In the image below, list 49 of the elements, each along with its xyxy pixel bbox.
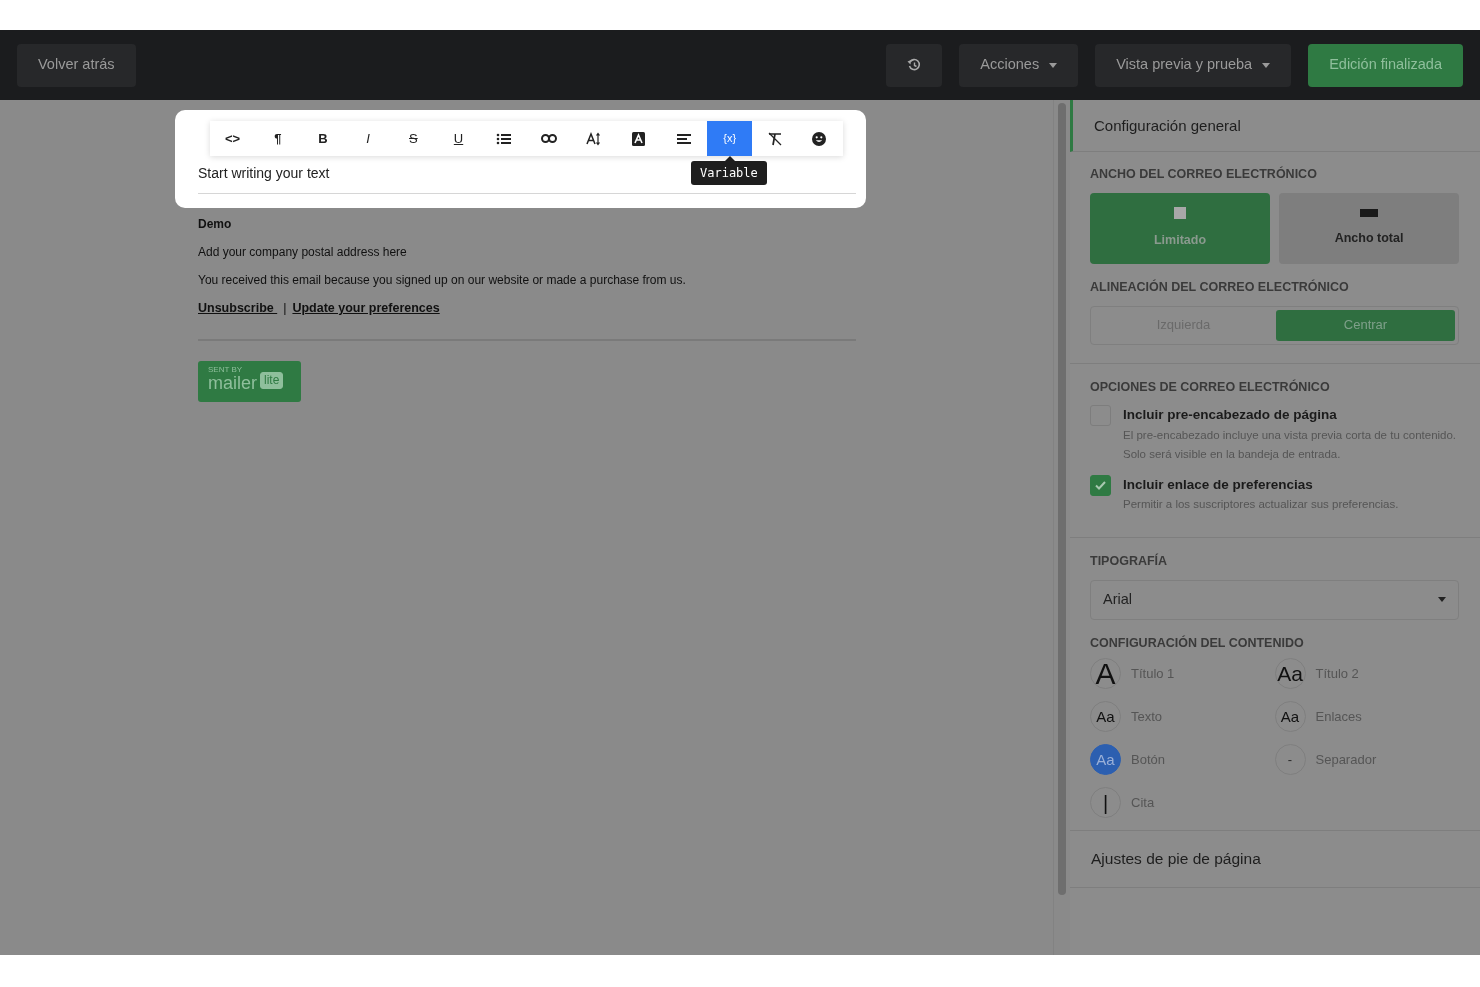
history-button[interactable]	[886, 43, 943, 87]
toolbar-button[interactable]: <>	[210, 121, 256, 156]
style-preview[interactable]: Aa	[1090, 744, 1121, 776]
section-heading: ANCHO DEL CORREO ELECTRÓNICO	[1090, 165, 1318, 183]
separator-text: |	[283, 301, 287, 315]
checkbox[interactable]	[1090, 474, 1111, 496]
text-color-icon	[631, 131, 648, 146]
align-left-icon	[676, 131, 693, 146]
strike-button[interactable]: S	[390, 121, 436, 156]
company-name: Demo	[198, 216, 233, 233]
panel-title[interactable]: Configuración general	[1070, 100, 1480, 152]
notice-text: You received this email because you signed up on our website or made a purchase from us.	[198, 272, 687, 289]
italic-button[interactable]: I	[345, 121, 391, 156]
font-size-icon	[586, 131, 603, 146]
clear-format-icon	[766, 131, 783, 146]
square-icon	[1174, 206, 1186, 219]
footer-link[interactable]: Update your preferences	[292, 301, 440, 315]
caret-icon	[1438, 597, 1446, 602]
back-button[interactable]: Volver atrás	[17, 43, 136, 87]
tooltip: Variable	[691, 161, 767, 185]
width-option[interactable]: Ancho total	[1279, 192, 1459, 264]
history-icon	[906, 57, 923, 73]
section-header[interactable]: Ajustes de pie de página	[1070, 830, 1480, 888]
toolbar-button[interactable]	[661, 121, 708, 156]
emoji-icon	[812, 131, 829, 146]
dropdown-button[interactable]: Vista previa y prueba	[1095, 43, 1292, 87]
section-heading: CONFIGURACIÓN DEL CONTENIDO	[1090, 634, 1305, 652]
option-label: Incluir enlace de preferencias	[1123, 475, 1314, 494]
toolbar-button[interactable]: ¶	[255, 121, 301, 156]
underline-button[interactable]: U	[435, 121, 482, 156]
bold-button[interactable]: B	[300, 121, 346, 156]
finish-button[interactable]: Edición finalizada	[1308, 43, 1463, 87]
toolbar-button[interactable]: {x}	[707, 121, 753, 156]
rectangle-icon	[1360, 208, 1378, 217]
font-select[interactable]: Arial	[1090, 579, 1459, 620]
section-heading: OPCIONES DE CORREO ELECTRÓNICO	[1090, 378, 1331, 396]
link-icon	[540, 131, 557, 146]
list-icon	[495, 131, 512, 146]
postal-address: Add your company postal address here	[198, 244, 408, 261]
section-heading: ALINEACIÓN DEL CORREO ELECTRÓNICO	[1090, 278, 1350, 296]
toolbar-button[interactable]	[752, 121, 798, 156]
dropdown-button[interactable]: Acciones	[959, 43, 1079, 87]
sent-by-badge[interactable]: SENT BY mailer lite	[198, 360, 301, 402]
option-label: Incluir pre-encabezado de página	[1123, 406, 1338, 425]
scrollbar[interactable]	[1058, 103, 1066, 895]
footer-link[interactable]: Unsubscribe	[198, 301, 278, 315]
checkmark-icon	[1095, 480, 1106, 490]
toolbar-button[interactable]	[797, 121, 843, 156]
section-heading: TIPOGRAFÍA	[1090, 552, 1169, 570]
